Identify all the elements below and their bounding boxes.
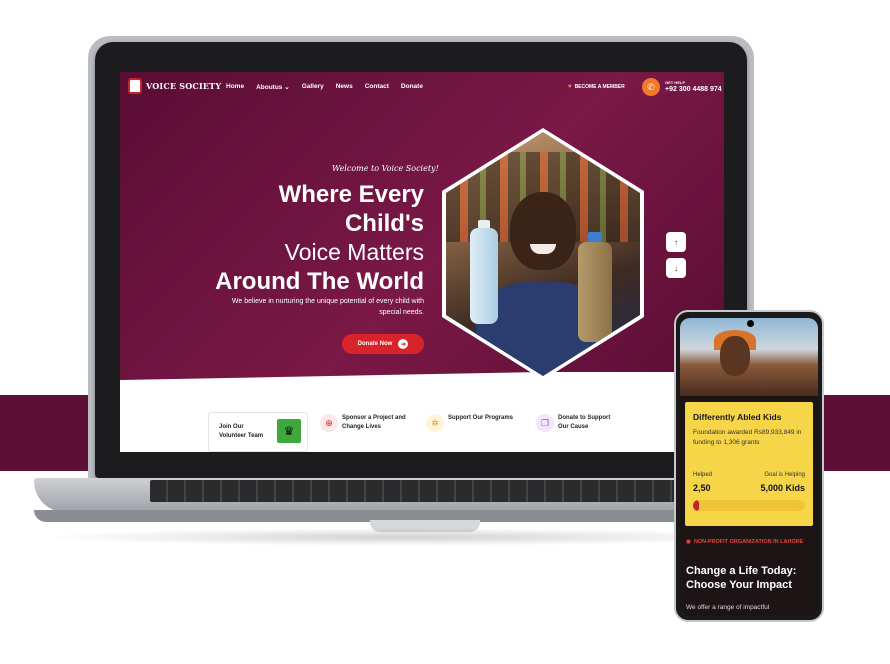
org-tagline: ◉ NON-PROFIT ORGANIZATION IN LAHORE bbox=[686, 538, 806, 546]
mobile-campaign-card[interactable]: Differently Abled Kids Foundation awarde… bbox=[685, 402, 813, 526]
helped-value: 2,50 bbox=[693, 483, 711, 493]
help-phone-number: +92 300 4488 974 bbox=[665, 86, 722, 93]
nav-link-news[interactable]: News bbox=[336, 83, 353, 91]
feature-donate-cause[interactable]: ❒ Donate to Support Our Cause bbox=[536, 414, 622, 432]
photo-clear-bottle bbox=[470, 228, 498, 324]
photo-girl bbox=[720, 336, 750, 376]
campaign-progress-bar bbox=[693, 500, 805, 511]
hero-welcome: Welcome to Voice Society! bbox=[332, 164, 439, 173]
globe-hands-icon: ⊕ bbox=[320, 414, 338, 432]
hero-headline: Where Every Child's Voice Matters Around… bbox=[180, 180, 424, 296]
feature-volunteer[interactable]: Join Our Volunteer Team ♛ bbox=[208, 412, 308, 452]
hero-line-2: Child's bbox=[344, 210, 424, 237]
mockup-stage: VOICE SOCIETY Home Aboutus ⌄ Gallery New… bbox=[0, 0, 890, 664]
nav-link-contact[interactable]: Contact bbox=[365, 83, 389, 91]
hero-line-3: Voice Matters bbox=[284, 239, 424, 265]
arrow-right-icon: ➔ bbox=[398, 339, 409, 349]
laptop-screen: VOICE SOCIETY Home Aboutus ⌄ Gallery New… bbox=[120, 72, 724, 452]
arrow-up-icon: ↑ bbox=[674, 237, 678, 247]
campaign-description: Foundation awarded Rs89,933,849 in fundi… bbox=[693, 429, 802, 446]
help-label: GET HELP bbox=[665, 80, 686, 85]
goal-label: Goal is Helping bbox=[764, 472, 805, 478]
gift-box-icon: ❒ bbox=[536, 414, 554, 432]
feature-volunteer-label: Join Our Volunteer Team bbox=[219, 424, 264, 439]
donate-now-button[interactable]: Donate Now ➔ bbox=[342, 334, 424, 354]
logo-emblem-icon bbox=[128, 78, 142, 94]
campaign-title: Differently Abled Kids bbox=[693, 412, 782, 422]
feature-donate-cause-label: Donate to Support Our Cause bbox=[558, 415, 611, 430]
org-tagline-text: NON-PROFIT ORGANIZATION IN LAHORE bbox=[693, 539, 804, 545]
become-member-link[interactable]: ♥ BECOME A MEMBER bbox=[568, 84, 625, 90]
scroll-up-button[interactable]: ↑ bbox=[666, 232, 686, 252]
feature-support-programs[interactable]: ✲ Support Our Programs bbox=[426, 414, 524, 432]
nav-link-gallery[interactable]: Gallery bbox=[302, 83, 324, 91]
nav-link-home[interactable]: Home bbox=[226, 83, 244, 91]
crown-icon: ♛ bbox=[277, 419, 301, 443]
phone-screen: Differently Abled Kids Foundation awarde… bbox=[680, 318, 818, 616]
laptop-keyboard bbox=[150, 480, 680, 502]
mobile-headline: Change a Life Today: Choose Your Impact bbox=[686, 565, 797, 591]
nav-link-donate[interactable]: Donate bbox=[401, 83, 423, 91]
hero-line-4: Around The World bbox=[215, 268, 424, 295]
nav-link-aboutus-label: Aboutus bbox=[256, 84, 283, 91]
feature-sponsor-label: Sponsor a Project and Change Lives bbox=[342, 415, 406, 430]
phone-icon[interactable]: ✆ bbox=[642, 78, 660, 96]
nav-links: Home Aboutus ⌄ Gallery News Contact Dona… bbox=[226, 83, 423, 91]
mobile-body-text: We offer a range of impactful bbox=[686, 604, 770, 611]
photo-child-face bbox=[510, 192, 576, 270]
nav-link-aboutus[interactable]: Aboutus ⌄ bbox=[256, 83, 290, 91]
photo-dirty-bottle bbox=[578, 242, 612, 342]
logo-text: VOICE SOCIETY bbox=[146, 81, 222, 91]
hero-subtitle: We believe in nurturing the unique poten… bbox=[231, 298, 424, 316]
hero-line-1: Where Every bbox=[278, 181, 424, 208]
help-contact[interactable]: GET HELP +92 300 4488 974 bbox=[665, 80, 722, 93]
phone-device: Differently Abled Kids Foundation awarde… bbox=[674, 310, 824, 622]
feature-strip: Join Our Volunteer Team ♛ ⊕ Sponsor a Pr… bbox=[208, 412, 678, 452]
chevron-down-icon: ⌄ bbox=[284, 84, 290, 91]
heart-icon: ♥ bbox=[568, 84, 572, 90]
helped-label: Helped bbox=[693, 472, 713, 478]
phone-camera bbox=[747, 320, 754, 327]
mobile-hero-photo bbox=[680, 318, 818, 396]
arrow-down-icon: ↓ bbox=[674, 263, 678, 273]
org-badge-icon: ◉ bbox=[686, 539, 691, 545]
scroll-down-button[interactable]: ↓ bbox=[666, 258, 686, 278]
top-nav: VOICE SOCIETY Home Aboutus ⌄ Gallery New… bbox=[120, 72, 724, 102]
goal-value: 5,000 Kids bbox=[760, 483, 805, 493]
feature-sponsor[interactable]: ⊕ Sponsor a Project and Change Lives bbox=[320, 414, 414, 432]
become-member-label: BECOME A MEMBER bbox=[574, 84, 625, 90]
handshake-icon: ✲ bbox=[426, 414, 444, 432]
donate-now-label: Donate Now bbox=[357, 341, 393, 347]
feature-support-programs-label: Support Our Programs bbox=[448, 415, 514, 421]
campaign-progress-fill bbox=[693, 500, 699, 511]
laptop-shadow bbox=[40, 528, 770, 546]
site-logo[interactable]: VOICE SOCIETY bbox=[128, 78, 221, 94]
